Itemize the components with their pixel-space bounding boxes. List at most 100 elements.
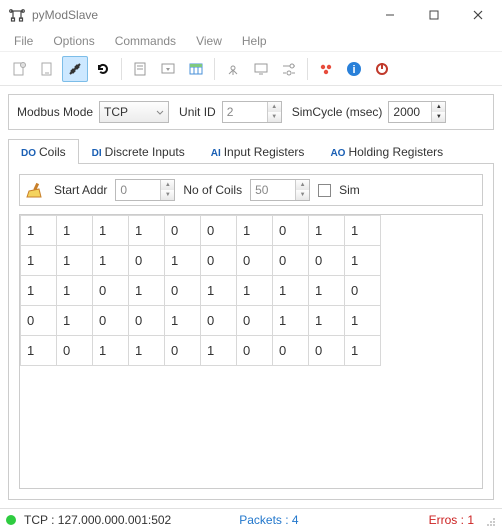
monitor-icon[interactable] [155, 56, 181, 82]
coil-cell[interactable]: 0 [21, 306, 57, 336]
coil-cell[interactable]: 0 [57, 336, 93, 366]
coil-cell[interactable]: 0 [201, 246, 237, 276]
coil-cell[interactable]: 1 [345, 306, 381, 336]
clear-icon[interactable] [24, 180, 46, 200]
coil-cell[interactable]: 1 [345, 246, 381, 276]
start-addr-label: Start Addr [54, 183, 107, 197]
coil-cell[interactable]: 1 [237, 276, 273, 306]
spin-up-icon[interactable]: ▲ [431, 102, 445, 112]
sim-checkbox[interactable] [318, 184, 331, 197]
help-icon[interactable] [313, 56, 339, 82]
coil-cell[interactable]: 1 [93, 336, 129, 366]
coil-cell[interactable]: 0 [273, 216, 309, 246]
spin-up-icon[interactable]: ▲ [267, 102, 281, 112]
table-icon[interactable] [183, 56, 209, 82]
simcycle-input[interactable]: 2000 ▲▼ [388, 101, 446, 123]
spin-up-icon[interactable]: ▲ [160, 180, 174, 190]
coil-cell[interactable]: 0 [273, 246, 309, 276]
menu-options[interactable]: Options [45, 32, 102, 50]
coil-cell[interactable]: 1 [309, 276, 345, 306]
coil-cell[interactable]: 1 [237, 216, 273, 246]
coil-cell[interactable]: 0 [93, 306, 129, 336]
coil-cell[interactable]: 0 [201, 216, 237, 246]
coil-cell[interactable]: 1 [21, 336, 57, 366]
doc-icon[interactable] [127, 56, 153, 82]
spin-down-icon[interactable]: ▼ [267, 112, 281, 122]
power-icon[interactable] [369, 56, 395, 82]
settings-icon[interactable] [276, 56, 302, 82]
coil-cell[interactable]: 1 [345, 216, 381, 246]
coil-cell[interactable]: 1 [129, 276, 165, 306]
unit-id-value: 2 [227, 105, 234, 119]
status-tcp: TCP : 127.000.000.001:502 [24, 513, 171, 527]
coil-cell[interactable]: 0 [237, 336, 273, 366]
coil-cell[interactable]: 1 [57, 276, 93, 306]
coil-cell[interactable]: 1 [21, 216, 57, 246]
coil-cell[interactable]: 0 [273, 336, 309, 366]
coil-cell[interactable]: 1 [273, 276, 309, 306]
maximize-button[interactable] [412, 1, 456, 29]
coil-cell[interactable]: 0 [165, 336, 201, 366]
unit-id-input[interactable]: 2 ▲▼ [222, 101, 282, 123]
open-icon[interactable] [34, 56, 60, 82]
spin-up-icon[interactable]: ▲ [295, 180, 309, 190]
tab-input-registers[interactable]: AIInput Registers [198, 139, 318, 164]
coil-cell[interactable]: 1 [57, 246, 93, 276]
tabs: DOCoils DIDiscrete Inputs AIInput Regist… [8, 138, 494, 164]
connect-icon[interactable] [62, 56, 88, 82]
coil-cell[interactable]: 0 [93, 276, 129, 306]
new-icon[interactable] [6, 56, 32, 82]
resize-grip[interactable] [482, 513, 496, 527]
screen-icon[interactable] [248, 56, 274, 82]
coil-cell[interactable]: 1 [165, 246, 201, 276]
menubar: File Options Commands View Help [0, 30, 502, 52]
coil-cell[interactable]: 1 [21, 246, 57, 276]
coil-cell[interactable]: 1 [273, 306, 309, 336]
spin-down-icon[interactable]: ▼ [431, 112, 445, 122]
tab-coils[interactable]: DOCoils [8, 139, 79, 164]
coil-cell[interactable]: 0 [237, 246, 273, 276]
menu-view[interactable]: View [188, 32, 230, 50]
coil-cell[interactable]: 1 [309, 306, 345, 336]
menu-help[interactable]: Help [234, 32, 275, 50]
info-icon[interactable]: i [341, 56, 367, 82]
coil-cell[interactable]: 1 [309, 216, 345, 246]
no-of-coils-input[interactable]: 50 ▲▼ [250, 179, 310, 201]
coil-cell[interactable]: 0 [201, 306, 237, 336]
coil-cell[interactable]: 1 [345, 336, 381, 366]
statusbar: TCP : 127.000.000.001:502 Packets : 4 Er… [0, 508, 502, 530]
coil-cell[interactable]: 1 [165, 306, 201, 336]
coil-cell[interactable]: 1 [129, 336, 165, 366]
tab-discrete-inputs[interactable]: DIDiscrete Inputs [79, 139, 198, 164]
coil-cell[interactable]: 1 [129, 216, 165, 246]
menu-commands[interactable]: Commands [107, 32, 184, 50]
refresh-icon[interactable] [90, 56, 116, 82]
tab-holding-registers[interactable]: AOHolding Registers [317, 139, 456, 164]
coil-cell[interactable]: 0 [309, 246, 345, 276]
coil-cell[interactable]: 0 [165, 216, 201, 246]
coil-cell[interactable]: 1 [93, 246, 129, 276]
modbus-icon[interactable] [220, 56, 246, 82]
coil-cell[interactable]: 1 [57, 306, 93, 336]
coil-cell[interactable]: 0 [129, 306, 165, 336]
coil-cell[interactable]: 1 [201, 336, 237, 366]
close-button[interactable] [456, 1, 500, 29]
table-row: 1101011110 [21, 276, 381, 306]
modbus-mode-select[interactable]: TCP [99, 101, 169, 123]
coil-cell[interactable]: 0 [129, 246, 165, 276]
start-addr-input[interactable]: 0 ▲▼ [115, 179, 175, 201]
coil-cell[interactable]: 0 [309, 336, 345, 366]
coil-grid[interactable]: 1111001011111010000111010111100100100111… [19, 214, 483, 489]
coil-cell[interactable]: 1 [57, 216, 93, 246]
coil-cell[interactable]: 1 [21, 276, 57, 306]
minimize-button[interactable] [368, 1, 412, 29]
coil-cell[interactable]: 0 [165, 276, 201, 306]
spin-down-icon[interactable]: ▼ [160, 190, 174, 200]
menu-file[interactable]: File [6, 32, 41, 50]
table-row: 0100100111 [21, 306, 381, 336]
spin-down-icon[interactable]: ▼ [295, 190, 309, 200]
coil-cell[interactable]: 1 [201, 276, 237, 306]
coil-cell[interactable]: 1 [93, 216, 129, 246]
coil-cell[interactable]: 0 [237, 306, 273, 336]
coil-cell[interactable]: 0 [345, 276, 381, 306]
